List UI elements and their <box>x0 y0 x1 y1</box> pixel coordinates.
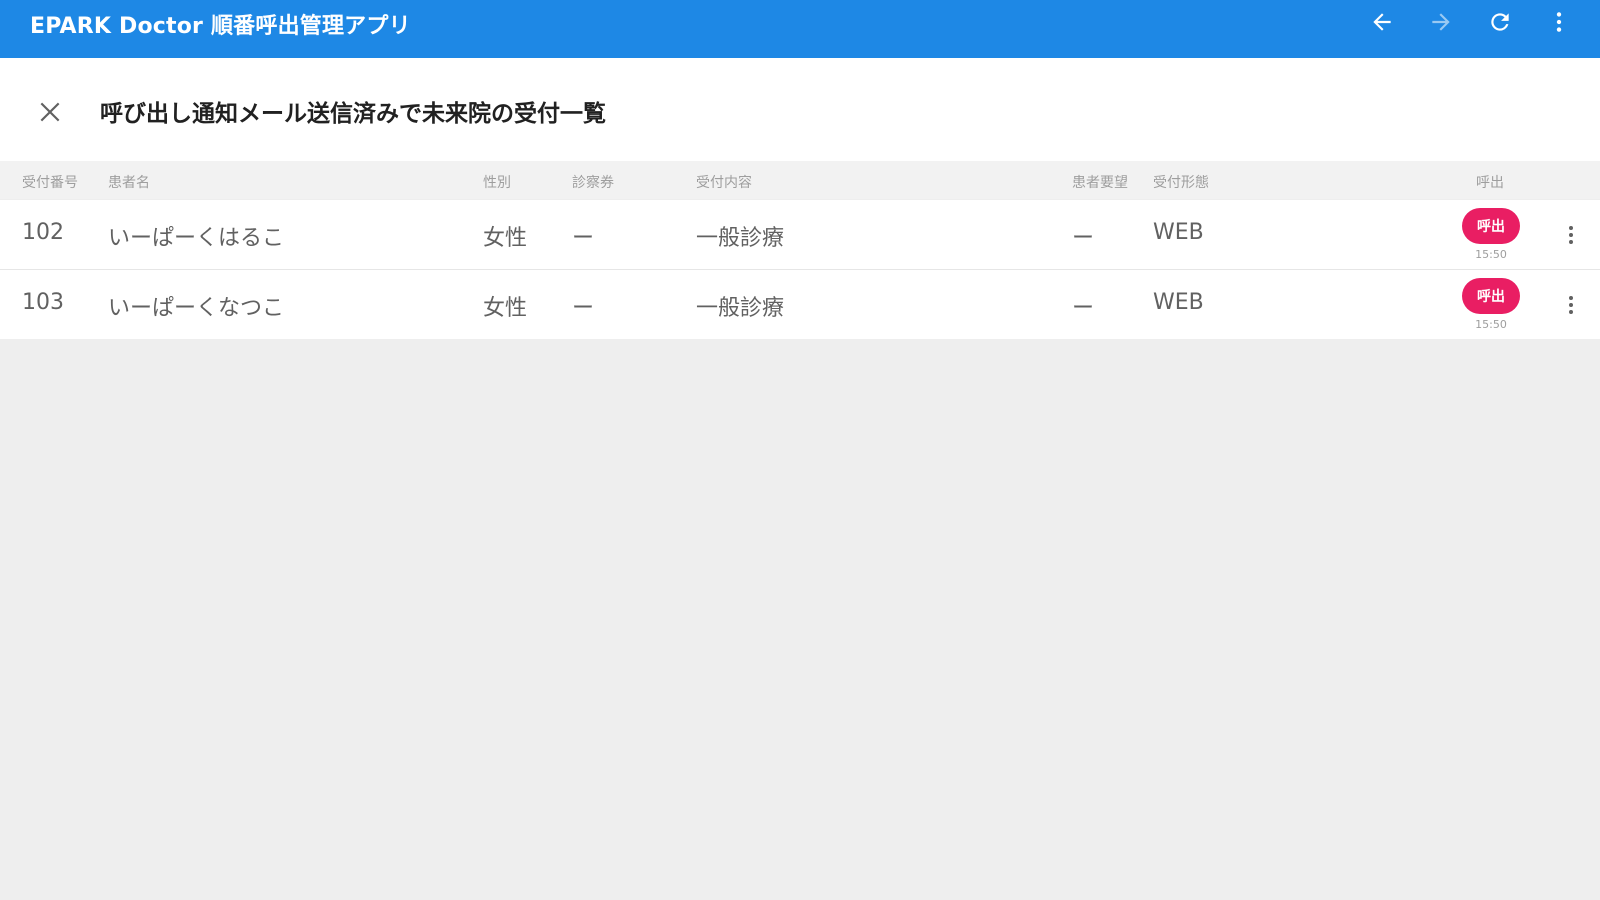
call-time: 15:50 <box>1475 248 1507 261</box>
table-row[interactable]: 103 いーぱーくなつこ 女性 ー 一般診療 ー WEB 呼出 15:50 <box>0 270 1600 339</box>
cell-gender: 女性 <box>483 296 528 321</box>
app-bar: EPARK Doctor 順番呼出管理アプリ <box>0 0 1600 58</box>
arrow-left-icon <box>1373 13 1391 31</box>
table-header: 受付番号 患者名 性別 診察券 受付内容 患者要望 受付形態 呼出 <box>0 161 1600 199</box>
header-gender: 性別 <box>483 175 511 191</box>
header-request: 患者要望 <box>1072 175 1128 191</box>
arrow-right-icon <box>1432 13 1450 31</box>
cell-request: ー <box>1072 226 1095 251</box>
cell-number: 103 <box>22 290 64 315</box>
cell-type: WEB <box>1153 290 1204 315</box>
back-button[interactable] <box>1359 4 1405 40</box>
cell-ticket: ー <box>572 226 595 251</box>
row-menu-button[interactable] <box>1556 288 1586 322</box>
cell-type: WEB <box>1153 220 1204 245</box>
page-title: 呼び出し通知メール送信済みで未来院の受付一覧 <box>100 101 606 127</box>
app-title: EPARK Doctor 順番呼出管理アプリ <box>30 14 411 39</box>
cell-ticket: ー <box>572 296 595 321</box>
header-name: 患者名 <box>108 175 150 191</box>
refresh-icon <box>1491 13 1509 31</box>
reload-button[interactable] <box>1477 4 1523 40</box>
cell-name: いーぱーくなつこ <box>108 296 285 321</box>
cell-content: 一般診療 <box>696 226 785 251</box>
header-call: 呼出 <box>1476 175 1504 191</box>
call-time: 15:50 <box>1475 318 1507 331</box>
more-vertical-icon <box>1569 226 1573 244</box>
cell-name: いーぱーくはるこ <box>108 226 285 251</box>
cell-request: ー <box>1072 296 1095 321</box>
header-content: 受付内容 <box>696 175 752 191</box>
call-button[interactable]: 呼出 <box>1462 208 1520 244</box>
close-icon <box>40 102 60 122</box>
app-bar-actions <box>1346 4 1582 40</box>
cell-gender: 女性 <box>483 226 528 251</box>
menu-button[interactable] <box>1536 4 1582 40</box>
cell-content: 一般診療 <box>696 296 785 321</box>
more-vertical-icon <box>1569 296 1573 314</box>
row-menu-button[interactable] <box>1556 218 1586 252</box>
header-number: 受付番号 <box>22 175 78 191</box>
table-row[interactable]: 102 いーぱーくはるこ 女性 ー 一般診療 ー WEB 呼出 15:50 <box>0 200 1600 270</box>
cell-number: 102 <box>22 220 64 245</box>
call-button[interactable]: 呼出 <box>1462 278 1520 314</box>
header-type: 受付形態 <box>1153 175 1209 191</box>
more-vertical-icon <box>1556 12 1562 32</box>
header-ticket: 診察券 <box>572 175 614 191</box>
close-button[interactable] <box>30 92 70 132</box>
panel-header: 呼び出し通知メール送信済みで未来院の受付一覧 <box>0 58 1600 161</box>
forward-button[interactable] <box>1418 4 1464 40</box>
